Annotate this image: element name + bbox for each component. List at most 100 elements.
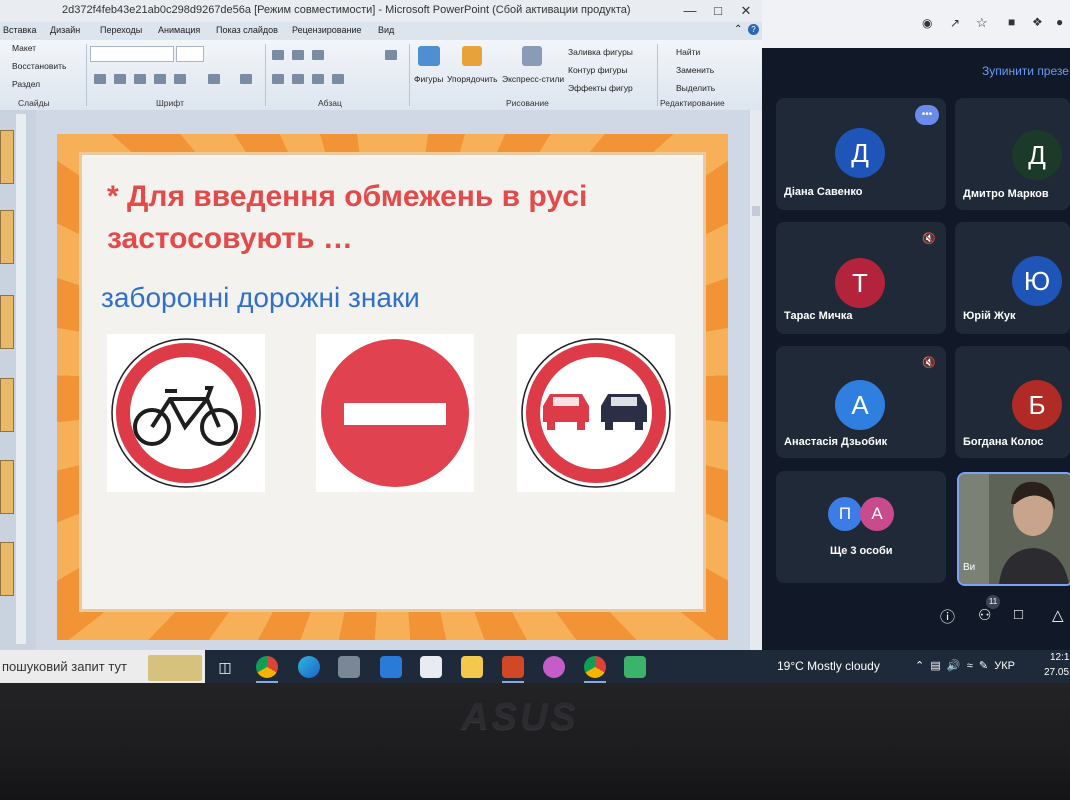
people-icon[interactable]: ⚇ bbox=[978, 606, 991, 624]
scroll-thumb[interactable] bbox=[752, 206, 760, 216]
font-group-label: Шрифт bbox=[156, 98, 184, 108]
tab-view[interactable]: Вид bbox=[378, 25, 394, 35]
text-direction-icon[interactable] bbox=[385, 50, 397, 60]
arrange-icon[interactable] bbox=[462, 46, 482, 66]
extension-icon[interactable]: ■ bbox=[1008, 15, 1015, 29]
tab-review[interactable]: Рецензирование bbox=[292, 25, 362, 35]
slide-thumbnail[interactable] bbox=[0, 295, 14, 349]
ribbon-collapse-icon[interactable]: ⌃ bbox=[734, 24, 742, 35]
slide: * Для введення обмежень в русі застосову… bbox=[57, 134, 728, 640]
pen-icon[interactable]: ✎ bbox=[979, 660, 988, 672]
avatar: А bbox=[835, 380, 885, 430]
find-button[interactable]: Найти bbox=[676, 47, 700, 57]
shape-fill-button[interactable]: Заливка фигуры bbox=[568, 47, 633, 57]
app-icon[interactable] bbox=[543, 656, 565, 678]
shape-effects-button[interactable]: Эффекты фигур bbox=[568, 83, 633, 93]
file-explorer-icon[interactable] bbox=[461, 656, 483, 678]
tab-slideshow[interactable]: Показ слайдов bbox=[216, 25, 278, 35]
chevron-up-icon[interactable]: ⌃ bbox=[915, 660, 924, 672]
bold-icon[interactable] bbox=[94, 74, 106, 84]
slide-thumbnail[interactable] bbox=[0, 210, 14, 264]
minimize-icon[interactable]: — bbox=[676, 2, 704, 20]
slide-thumbnail[interactable] bbox=[0, 460, 14, 514]
profile-icon[interactable]: ● bbox=[1056, 15, 1063, 29]
tab-design[interactable]: Дизайн bbox=[50, 25, 80, 35]
reset-button[interactable]: Восстановить bbox=[12, 61, 66, 71]
justify-icon[interactable] bbox=[332, 74, 344, 84]
vertical-scrollbar[interactable] bbox=[750, 110, 762, 650]
italic-icon[interactable] bbox=[114, 74, 126, 84]
info-icon[interactable]: ⓘ bbox=[940, 606, 955, 627]
slide-thumbnail[interactable] bbox=[0, 378, 14, 432]
replace-button[interactable]: Заменить bbox=[676, 65, 714, 75]
chat-icon[interactable]: □ bbox=[1014, 606, 1023, 623]
shapes-icon[interactable] bbox=[418, 46, 440, 66]
shape-outline-button[interactable]: Контур фигуры bbox=[568, 65, 627, 75]
underline-icon[interactable] bbox=[134, 74, 146, 84]
align-right-icon[interactable] bbox=[312, 74, 324, 84]
network-icon[interactable]: ▤ bbox=[930, 660, 940, 672]
stop-presenting-button[interactable]: Зупинити презе bbox=[982, 64, 1069, 78]
participant-tile[interactable]: 🔇 Т Тарас Мичка bbox=[776, 222, 946, 334]
align-center-icon[interactable] bbox=[292, 74, 304, 84]
self-video-tile[interactable]: Ви bbox=[957, 472, 1070, 586]
edge-icon[interactable] bbox=[298, 656, 320, 678]
activities-icon[interactable]: △ bbox=[1052, 606, 1064, 624]
shadow-icon[interactable] bbox=[174, 74, 186, 84]
quick-styles-button[interactable]: Экспресс-стили bbox=[502, 74, 564, 84]
language-indicator[interactable]: УКР bbox=[994, 660, 1015, 672]
bullets-icon[interactable] bbox=[272, 50, 284, 60]
align-left-icon[interactable] bbox=[272, 74, 284, 84]
select-button[interactable]: Выделить bbox=[676, 83, 715, 93]
system-tray[interactable]: ⌃ ▤ 🔊 ≈ ✎ УКР bbox=[915, 659, 1015, 672]
font-name-input[interactable] bbox=[90, 46, 174, 62]
font-grow-icon[interactable] bbox=[208, 74, 220, 84]
wifi-icon[interactable]: ≈ bbox=[967, 660, 973, 672]
close-icon[interactable]: ✕ bbox=[732, 2, 760, 20]
tab-insert[interactable]: Вставка bbox=[3, 25, 36, 35]
tab-transitions[interactable]: Переходы bbox=[100, 25, 142, 35]
numbering-icon[interactable] bbox=[292, 50, 304, 60]
calculator-icon[interactable] bbox=[338, 656, 360, 678]
mail-icon[interactable] bbox=[380, 656, 402, 678]
participant-tile[interactable]: Ю Юрій Жук bbox=[955, 222, 1070, 334]
ribbon: Макет Восстановить Раздел Слайды Шрифт А… bbox=[0, 40, 762, 111]
tab-animation[interactable]: Анимация bbox=[158, 25, 200, 35]
participant-tile[interactable]: Б Богдана Колос bbox=[955, 346, 1070, 458]
app-icon[interactable] bbox=[624, 656, 646, 678]
arrange-button[interactable]: Упорядочить bbox=[447, 74, 498, 84]
bookmark-star-icon[interactable]: ☆ bbox=[976, 15, 988, 31]
puzzle-icon[interactable]: ❖ bbox=[1032, 15, 1043, 29]
chrome-icon[interactable] bbox=[256, 656, 278, 678]
section-button[interactable]: Раздел bbox=[12, 79, 40, 89]
store-icon[interactable] bbox=[420, 656, 442, 678]
quick-styles-icon[interactable] bbox=[522, 46, 542, 66]
mic-off-icon: 🔇 bbox=[922, 357, 936, 369]
powerpoint-icon[interactable] bbox=[502, 656, 524, 678]
clock-date[interactable]: 27.05.2 bbox=[1044, 667, 1070, 678]
font-color-icon[interactable] bbox=[240, 74, 252, 84]
browser-toolbar: ◉ ↗ ☆ ■ ❖ ● bbox=[762, 0, 1070, 48]
layout-button[interactable]: Макет bbox=[12, 43, 36, 53]
shapes-button[interactable]: Фигуры bbox=[414, 74, 443, 84]
slide-thumbnail[interactable] bbox=[0, 130, 14, 184]
clock-time[interactable]: 12:1 bbox=[1050, 652, 1069, 663]
slide-thumbnail[interactable] bbox=[0, 542, 14, 596]
volume-icon[interactable]: 🔊 bbox=[947, 660, 961, 672]
thumbnails-scrollbar[interactable] bbox=[16, 114, 26, 644]
maximize-icon[interactable]: □ bbox=[704, 2, 732, 20]
font-size-input[interactable] bbox=[176, 46, 204, 62]
more-participants-tile[interactable]: П А Ще 3 особи bbox=[776, 471, 946, 583]
task-view-icon[interactable]: ◫ bbox=[214, 656, 236, 678]
weather-widget[interactable]: 19°C Mostly cloudy bbox=[777, 659, 880, 673]
strikethrough-icon[interactable] bbox=[154, 74, 166, 84]
indent-icon[interactable] bbox=[312, 50, 324, 60]
help-icon[interactable]: ? bbox=[748, 24, 759, 35]
participant-tile[interactable]: Д Дмитро Марков bbox=[955, 98, 1070, 210]
participant-tile[interactable]: 🔇 А Анастасія Дзьобик bbox=[776, 346, 946, 458]
chrome-profile-icon[interactable] bbox=[584, 656, 606, 678]
group-separator bbox=[657, 44, 658, 106]
share-icon[interactable]: ↗ bbox=[950, 16, 960, 30]
camera-icon[interactable]: ◉ bbox=[922, 16, 932, 30]
slide-thumbnails-pane[interactable] bbox=[0, 110, 37, 650]
